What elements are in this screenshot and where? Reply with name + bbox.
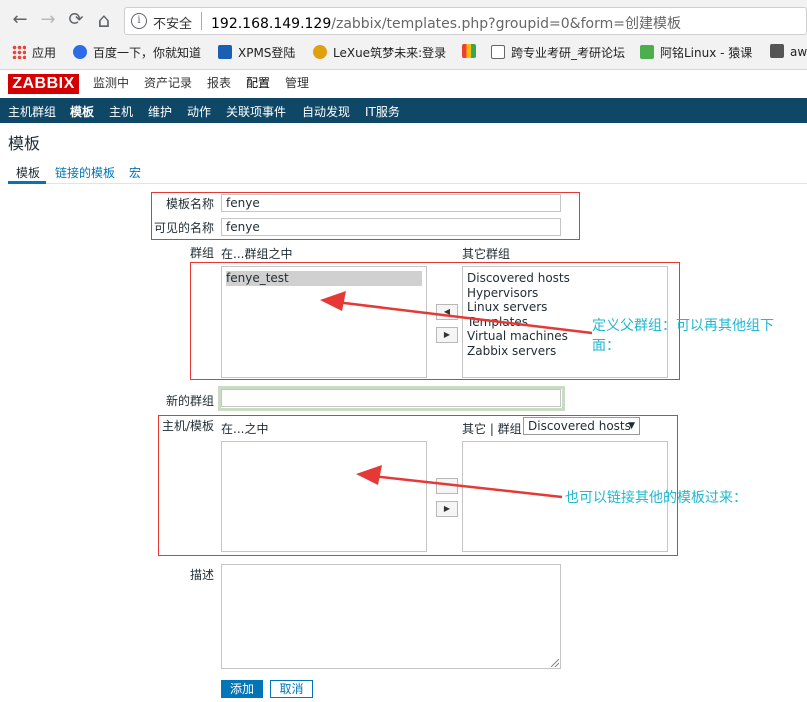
annotation-line: 面：: [592, 338, 620, 354]
annotation-arrow-2: [356, 465, 563, 499]
annotation-arrow-1: [320, 291, 593, 335]
annotation-line: 定义父群组：可以再其他组下: [592, 318, 774, 334]
annotation-note-link-templates: 也可以链接其他的模板过来：: [565, 490, 747, 506]
annotation-note-parent-group: 定义父群组：可以再其他组下 面：: [592, 316, 807, 356]
